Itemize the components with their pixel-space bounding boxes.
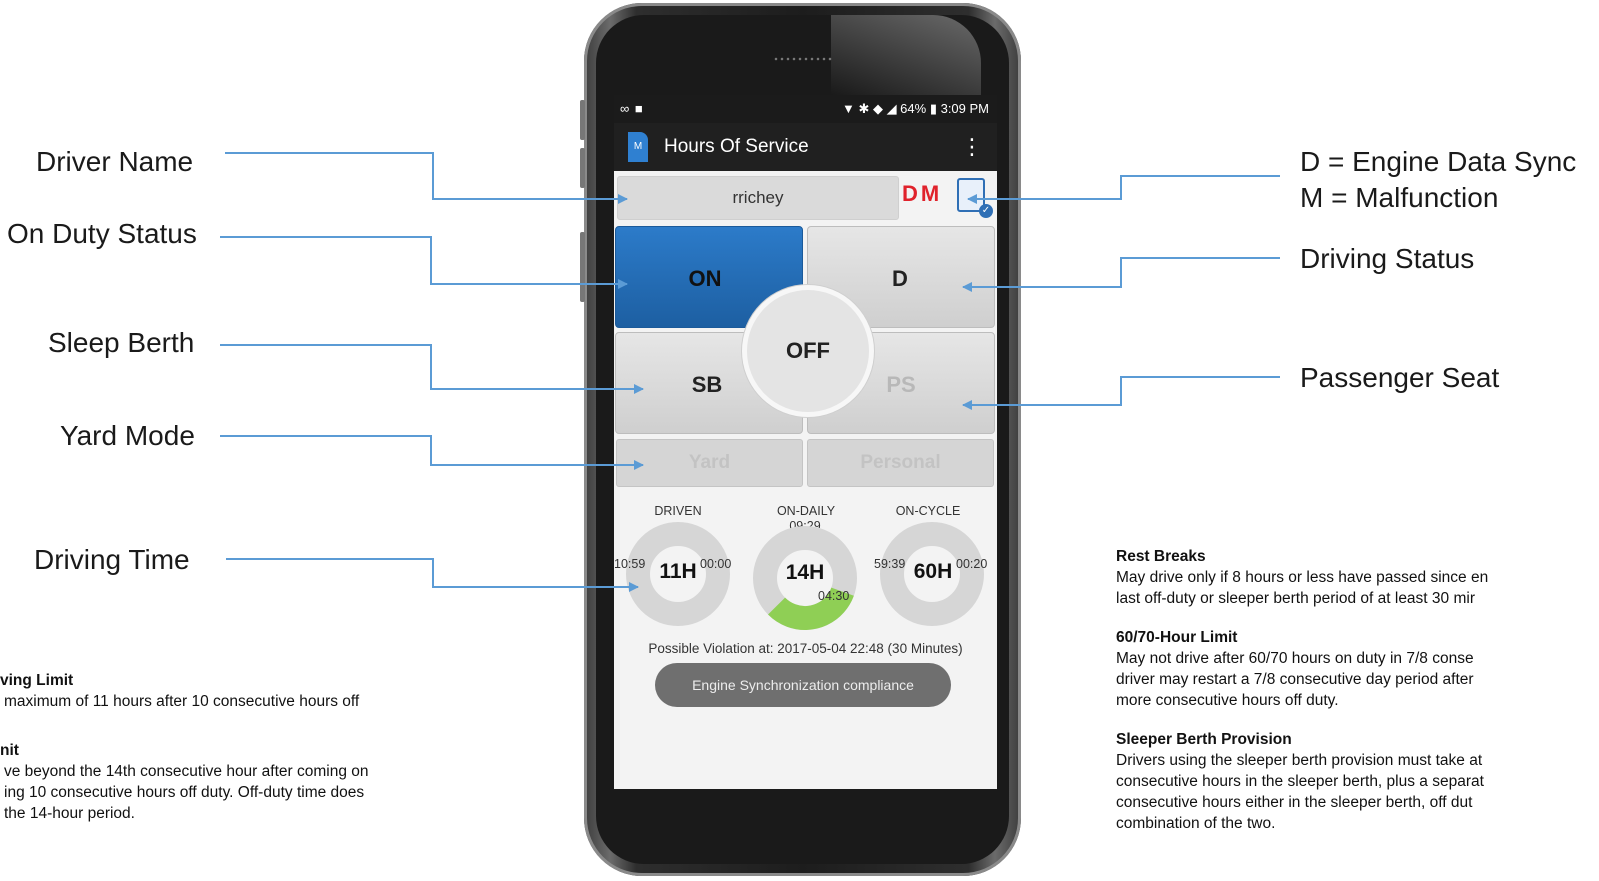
volume-up-button[interactable]	[580, 100, 585, 140]
volume-down-button[interactable]	[580, 148, 585, 188]
on-daily-used-time: 04:30	[818, 589, 850, 603]
right-notes: Rest Breaks May drive only if 8 hours or…	[1116, 546, 1488, 834]
line-yard-mode	[220, 435, 644, 470]
note-limit-line-1: ve beyond the 14th consecutive hour afte…	[4, 763, 369, 780]
driver-name-field[interactable]: rrichey	[617, 176, 899, 220]
note-60-70-line-2: driver may restart a 7/8 consecutive day…	[1116, 671, 1474, 688]
line-sleep-berth	[220, 344, 644, 394]
note-rest-line-2: last off-duty or sleeper berth period of…	[1116, 590, 1475, 607]
on-cycle-label: ON-CYCLE	[895, 504, 961, 518]
phone-glare	[831, 15, 981, 95]
callout-sleep-berth: Sleep Berth	[48, 327, 195, 358]
line-driver-name	[225, 152, 628, 204]
yard-mode-button[interactable]: Yard	[616, 439, 803, 487]
android-status-bar: ∞ ■ ▼ ✱ ◆ ◢ 64% ▮ 3:09 PM	[614, 95, 997, 123]
status-passenger-seat-label: PS	[886, 372, 916, 397]
status-sleeper-berth-label: SB	[691, 372, 723, 397]
note-rest-line-1: May drive only if 8 hours or less have p…	[1116, 569, 1489, 586]
driven-hours: 11H	[659, 560, 697, 583]
callout-yard-mode: Yard Mode	[60, 420, 195, 451]
callout-passenger-seat: Passenger Seat	[1300, 362, 1500, 393]
app-logo-icon: M	[628, 132, 648, 162]
on-cycle-used-time: 59:39	[874, 557, 906, 571]
note-driving-limit-text: maximum of 11 hours after 10 consecutive…	[4, 693, 360, 710]
note-sleeper-heading: Sleeper Berth Provision	[1116, 731, 1292, 748]
clipboard-check-icon[interactable]: ✓	[957, 178, 993, 218]
callout-on-duty-status: On Duty Status	[7, 218, 197, 249]
engine-sync-compliance-button[interactable]: Engine Synchronization compliance	[655, 663, 951, 707]
note-sleeper-line-4: combination of the two.	[1116, 815, 1276, 832]
driven-remaining-time: 00:00	[700, 557, 732, 571]
note-sleeper-line-2: consecutive hours in the sleeper berth, …	[1116, 773, 1484, 790]
on-daily-label: ON-DAILY	[776, 504, 836, 518]
status-on-label: ON	[688, 266, 722, 291]
possible-violation-text: Possible Violation at: 2017-05-04 22:48 …	[648, 641, 963, 656]
callout-driver-name: Driver Name	[36, 146, 194, 177]
note-60-70-line-1: May not drive after 60/70 hours on duty …	[1116, 650, 1474, 667]
on-daily-hours: 14H	[785, 561, 825, 584]
line-driving-time	[226, 558, 639, 592]
app-title: Hours Of Service	[664, 136, 809, 157]
personal-conveyance-button[interactable]: Personal	[807, 439, 994, 487]
note-60-70-heading: 60/70-Hour Limit	[1116, 629, 1238, 646]
note-limit-heading: nit	[0, 742, 19, 759]
notification-icons: ∞ ■	[620, 101, 644, 116]
note-sleeper-line-3: consecutive hours either in the sleeper …	[1116, 794, 1473, 811]
app-bar: M Hours Of Service ⋮	[614, 123, 997, 171]
phone-screen: ∞ ■ ▼ ✱ ◆ ◢ 64% ▮ 3:09 PM M Hours Of Ser…	[614, 95, 997, 789]
callout-malfunction: M = Malfunction	[1300, 182, 1499, 213]
note-rest-heading: Rest Breaks	[1116, 548, 1206, 565]
status-off-button[interactable]: OFF	[742, 285, 874, 417]
driven-used-time: 10:59	[614, 557, 646, 571]
left-notes: ving Limit maximum of 11 hours after 10 …	[0, 670, 369, 824]
callout-driving-status: Driving Status	[1300, 243, 1475, 274]
sync-malfunction-flags: DM	[902, 181, 943, 206]
note-limit-line-2: ing 10 consecutive hours off duty. Off-d…	[4, 784, 365, 801]
on-cycle-hours: 60H	[913, 560, 953, 583]
on-cycle-remaining-time: 00:20	[956, 557, 988, 571]
side-button[interactable]	[580, 232, 585, 302]
note-60-70-line-3: more consecutive hours off duty.	[1116, 692, 1339, 709]
note-driving-limit-heading: ving Limit	[0, 672, 74, 689]
overflow-menu-icon[interactable]: ⋮	[961, 133, 983, 161]
note-sleeper-line-1: Drivers using the sleeper berth provisio…	[1116, 752, 1483, 769]
callout-engine-sync: D = Engine Data Sync	[1300, 146, 1577, 177]
check-badge-icon: ✓	[979, 204, 993, 218]
status-driving-label: D	[892, 266, 908, 291]
line-on-duty-status	[220, 236, 628, 289]
system-status: ▼ ✱ ◆ ◢ 64% ▮ 3:09 PM	[841, 101, 989, 116]
driven-label: DRIVEN	[654, 504, 702, 518]
callout-driving-time: Driving Time	[34, 544, 190, 575]
speaker-grille	[773, 56, 833, 62]
note-limit-line-3: the 14-hour period.	[4, 805, 135, 822]
